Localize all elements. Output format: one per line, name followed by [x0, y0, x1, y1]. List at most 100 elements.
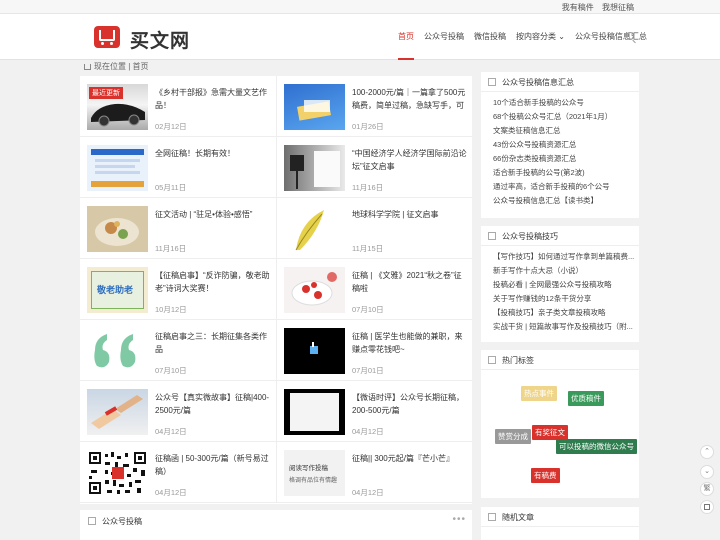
list-item[interactable]: 新手写作十点大忌（小说）	[493, 264, 635, 278]
post-thumbnail[interactable]: 阅读写作投稿 格调有品位有情趣	[284, 450, 345, 496]
post-thumbnail[interactable]	[87, 450, 148, 496]
traditional-chinese-button[interactable]: 繁	[700, 482, 714, 496]
post-date: 04月12日	[352, 427, 384, 436]
qr-icon[interactable]	[700, 500, 714, 514]
top-links: 我有稿件 我想征稿	[556, 2, 634, 13]
post-date: 10月12日	[155, 305, 187, 314]
scroll-top-button[interactable]: ⌃	[700, 445, 714, 459]
list-item[interactable]: 【写作技巧】如何通过写作拿到单篇稿费...	[493, 250, 635, 264]
post-card[interactable]: 全网征稿！长期有效！ 05月11日	[80, 137, 276, 198]
post-thumbnail[interactable]	[87, 328, 148, 374]
nav-info-summary[interactable]: 公众号投稿信息汇总	[575, 14, 647, 60]
tag[interactable]: 可以投稿的微信公众号	[556, 439, 637, 454]
post-title[interactable]: 征稿 | 医学生也能做的兼职，来赚点零花钱吧~	[352, 330, 467, 356]
post-thumbnail[interactable]: 敬老助老	[87, 267, 148, 313]
scroll-down-button[interactable]: ⌄	[700, 465, 714, 479]
widget-submit-tips: 公众号投稿技巧 【写作技巧】如何通过写作拿到单篇稿费... 新手写作十点大忌（小…	[481, 226, 639, 342]
section-gzh-submit: 公众号投稿 •••	[80, 510, 472, 540]
post-card[interactable]: 公众号【真实微故事】征稿|400-2500元/篇 04月12日	[80, 381, 276, 442]
post-title[interactable]: 征稿启事之三：长期征集各类作品	[155, 330, 270, 356]
grid-icon	[488, 356, 496, 364]
post-thumbnail[interactable]	[87, 206, 148, 252]
post-title[interactable]: 征稿 | 《文雅》2021“秋之卷”征稿啦	[352, 269, 467, 295]
post-card[interactable]: 地球科学学院 | 征文启事 11月15日	[276, 198, 472, 259]
list-item[interactable]: 文案类征稿信息汇总	[493, 124, 635, 138]
post-card[interactable]: 100-2000元/篇｜一篇拿了500元稿费，简单过稿，急缺写手，可 01月26…	[276, 76, 472, 137]
post-date: 07月10日	[352, 305, 384, 314]
post-card[interactable]: 征稿启事之三：长期征集各类作品 07月10日	[80, 320, 276, 381]
widget-title: 热门标签	[502, 356, 534, 365]
notice-image	[91, 149, 144, 187]
list-item[interactable]: 43份公众号投稿资源汇总	[493, 138, 635, 152]
link-have-manuscript[interactable]: 我有稿件	[562, 3, 594, 12]
tag[interactable]: 赞赏分成	[495, 429, 531, 444]
post-date: 11月16日	[352, 183, 384, 192]
post-title[interactable]: 【征稿启事】“反诈防骗，敬老助老”诗词大奖赛！	[155, 269, 270, 295]
breadcrumb-current[interactable]: 首页	[133, 62, 149, 71]
poster-text: 敬老助老	[97, 285, 134, 295]
post-title[interactable]: 地球科学学院 | 征文启事	[352, 208, 467, 221]
breadcrumb: 现在位置 | 首页	[84, 61, 149, 72]
post-thumbnail[interactable]	[284, 206, 345, 252]
tag[interactable]: 热点事件	[521, 386, 557, 401]
list-item[interactable]: 适合新手投稿的公号(第2波)	[493, 166, 635, 180]
post-title[interactable]: 【微语时评】公众号长期征稿，200-500元/篇	[352, 391, 467, 417]
post-card[interactable]: 【微语时评】公众号长期征稿，200-500元/篇 04月12日	[276, 381, 472, 442]
post-card[interactable]: 征稿 | 《文雅》2021“秋之卷”征稿啦 07月10日	[276, 259, 472, 320]
post-card[interactable]: 阅读写作投稿 格调有品位有情趣 征稿|| 300元起/篇『芒小芒』 04月12日	[276, 442, 472, 503]
more-icon[interactable]: •••	[452, 514, 466, 525]
post-title[interactable]: 公众号【真实微故事】征稿|400-2500元/篇	[155, 391, 270, 417]
nav-by-category-label: 按内容分类	[516, 32, 556, 41]
list-item[interactable]: 68个投稿公众号汇总（2021年1月）	[493, 110, 635, 124]
post-thumbnail[interactable]: 最近更新	[87, 84, 148, 130]
nav-wechat-submit[interactable]: 微信投稿	[474, 14, 506, 60]
latest-update-badge: 最近更新	[89, 87, 123, 99]
post-title[interactable]: 全网征稿！长期有效！	[155, 147, 270, 160]
post-title[interactable]: 征稿函 | 50-300元/篇（新号易过稿）	[155, 452, 270, 478]
link-want-manuscript[interactable]: 我想征稿	[602, 3, 634, 12]
tag[interactable]: 有奖征文	[532, 425, 568, 440]
nav-gzh-submit[interactable]: 公众号投稿	[424, 14, 464, 60]
post-title[interactable]: 《乡村干部报》急需大量文艺作品！	[155, 86, 270, 112]
post-card[interactable]: 最近更新 《乡村干部报》急需大量文艺作品！ 02月12日	[80, 76, 276, 137]
post-card[interactable]: “中国经济学人经济学国际前沿论坛”征文启事 11月16日	[276, 137, 472, 198]
post-title[interactable]: 征稿|| 300元起/篇『芒小芒』	[352, 452, 467, 465]
site-logo-text[interactable]: 买文网	[130, 26, 190, 53]
list-item[interactable]: 投稿必看 | 全网最强公众号投稿攻略	[493, 278, 635, 292]
qr-glyph	[704, 504, 710, 510]
post-thumbnail[interactable]	[284, 267, 345, 313]
list-item[interactable]: 通过率高，适合新手投稿的6个公号	[493, 180, 635, 194]
post-title[interactable]: “中国经济学人经济学国际前沿论坛”征文启事	[352, 147, 467, 173]
post-thumbnail[interactable]	[87, 389, 148, 435]
post-thumbnail[interactable]	[284, 389, 345, 435]
section-title[interactable]: 公众号投稿	[102, 516, 142, 527]
post-thumbnail[interactable]	[284, 328, 345, 374]
money-illustration	[297, 100, 331, 121]
list-item[interactable]: 实战干货 | 短篇故事写作及投稿技巧（附...	[493, 320, 635, 334]
list-item[interactable]: 关于写作赚钱的12条干货分享	[493, 292, 635, 306]
post-title[interactable]: 征文活动 | “驻足•体验•感悟”	[155, 208, 270, 221]
post-thumbnail[interactable]	[284, 84, 345, 130]
list-item[interactable]: 10个适合新手投稿的公众号	[493, 96, 635, 110]
search-icon[interactable]	[626, 32, 634, 40]
post-thumbnail[interactable]	[284, 145, 345, 191]
list-item[interactable]: 公众号投稿信息汇总【读书类】	[493, 194, 635, 208]
cart-logo-icon[interactable]	[94, 26, 120, 48]
post-card[interactable]: 征稿 | 医学生也能做的兼职，来赚点零花钱吧~ 07月01日	[276, 320, 472, 381]
tag[interactable]: 优质稿件	[568, 391, 604, 406]
post-thumbnail[interactable]	[87, 145, 148, 191]
post-card[interactable]: 敬老助老 【征稿启事】“反诈防骗，敬老助老”诗词大奖赛！ 10月12日	[80, 259, 276, 320]
post-date: 11月16日	[155, 244, 187, 253]
list-item[interactable]: 【投稿技巧】亲子类文章投稿攻略	[493, 306, 635, 320]
nav-home[interactable]: 首页	[398, 14, 414, 60]
list-item[interactable]: 66份杂志类投稿资源汇总	[493, 152, 635, 166]
tag[interactable]: 有稿费	[531, 468, 560, 483]
post-card[interactable]: 征文活动 | “驻足•体验•感悟” 11月16日	[80, 198, 276, 259]
post-card[interactable]: 征稿函 | 50-300元/篇（新号易过稿） 04月12日	[80, 442, 276, 503]
thumb-subheading: 格调有品位有情趣	[289, 478, 338, 484]
qr-code-image	[87, 450, 148, 496]
nav-by-category[interactable]: 按内容分类 ⌄	[516, 14, 565, 60]
quote-marks-image	[94, 334, 136, 368]
post-title[interactable]: 100-2000元/篇｜一篇拿了500元稿费，简单过稿，急缺写手，可	[352, 86, 467, 112]
post-grid: 最近更新 《乡村干部报》急需大量文艺作品！ 02月12日 100-2000元/篇…	[80, 76, 472, 504]
